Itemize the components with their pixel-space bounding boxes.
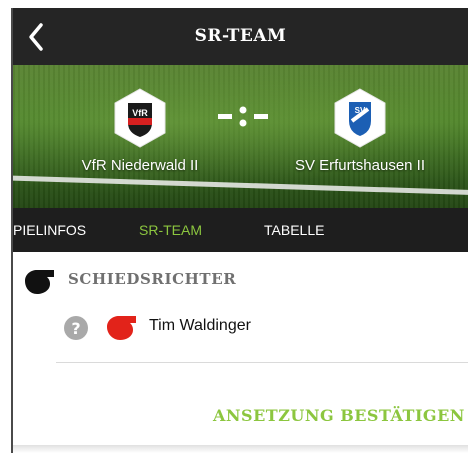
question-icon[interactable]: ? bbox=[63, 315, 89, 341]
tab-bar: PIELINFOS SR-TEAM TABELLE bbox=[13, 208, 468, 252]
svg-text:SV: SV bbox=[355, 106, 366, 115]
referee-section-header: SCHIEDSRICHTER bbox=[13, 264, 468, 298]
home-team-name: VfR Niederwald II bbox=[81, 157, 199, 174]
svg-text:VfR: VfR bbox=[132, 108, 148, 118]
away-team-name: SV Erfurtshausen II bbox=[294, 157, 426, 174]
app-screen: SR-TEAM VfR VfR Niederwald II SV SV Erfu… bbox=[13, 8, 468, 453]
tab-spielinfos-label: PIELINFOS bbox=[13, 222, 87, 238]
referee-name: Tim Waldinger bbox=[149, 317, 251, 334]
tab-spielinfos[interactable]: PIELINFOS bbox=[13, 208, 103, 252]
score-placeholder bbox=[218, 106, 268, 127]
home-team-badge-icon: VfR bbox=[114, 88, 166, 148]
home-team[interactable]: VfR VfR Niederwald II bbox=[55, 87, 225, 174]
confirm-assignment-button[interactable]: ANSETZUNG BESTÄTIGEN bbox=[213, 406, 465, 425]
section-title: SCHIEDSRICHTER bbox=[68, 270, 237, 288]
away-team-badge-icon: SV bbox=[334, 88, 386, 148]
tab-tabelle[interactable]: TABELLE bbox=[264, 208, 324, 252]
whistle-icon bbox=[25, 270, 54, 294]
top-bar: SR-TEAM bbox=[13, 8, 468, 65]
away-team[interactable]: SV SV Erfurtshausen II bbox=[275, 87, 445, 174]
bottom-shadow bbox=[13, 445, 468, 453]
page-title: SR-TEAM bbox=[194, 26, 287, 46]
divider bbox=[56, 362, 468, 363]
match-header: VfR VfR Niederwald II SV SV Erfurtshause… bbox=[13, 65, 468, 208]
svg-text:?: ? bbox=[71, 319, 80, 338]
red-whistle-icon bbox=[107, 316, 136, 340]
tab-sr-team[interactable]: SR-TEAM bbox=[139, 208, 202, 252]
referee-row[interactable]: ? Tim Waldinger bbox=[13, 308, 468, 350]
